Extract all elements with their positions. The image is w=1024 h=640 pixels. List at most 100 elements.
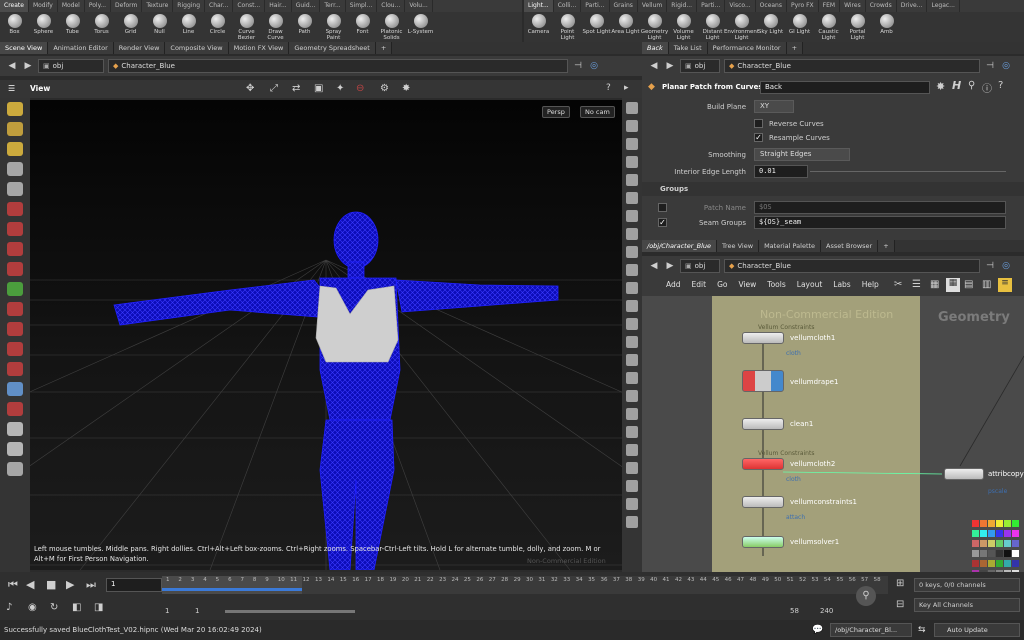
shelf-tool[interactable]: Camera: [524, 12, 553, 42]
tool-icon[interactable]: [7, 422, 23, 436]
palette-swatch[interactable]: [980, 540, 987, 547]
palette-swatch[interactable]: [988, 550, 995, 557]
stop-icon[interactable]: ■: [46, 578, 56, 591]
network-menu-item[interactable]: Add: [666, 280, 681, 289]
shelf-tool[interactable]: Curve Bezier: [232, 12, 261, 42]
shelf-tool[interactable]: GI Light: [785, 12, 814, 42]
param-path-node[interactable]: ◆ Character_Blue: [724, 59, 980, 73]
gear-icon[interactable]: ✸: [402, 83, 410, 94]
shelf-tool[interactable]: Null: [145, 12, 174, 42]
pane-tab[interactable]: Material Palette: [759, 240, 822, 252]
record-icon[interactable]: ⊖: [356, 83, 364, 94]
pin-icon[interactable]: ⊣: [984, 60, 996, 72]
key-all-icon[interactable]: ⊟: [896, 599, 904, 610]
network-menu-item[interactable]: Edit: [692, 280, 707, 289]
pin-icon[interactable]: ⊣: [572, 60, 584, 72]
shelf-tab[interactable]: Oceans: [756, 0, 787, 12]
network-path-obj[interactable]: ▣ obj: [680, 259, 720, 273]
shelf-tab[interactable]: Clou...: [377, 0, 406, 12]
display-option-icon[interactable]: [626, 354, 638, 366]
shelf-tool[interactable]: Portal Light: [843, 12, 872, 42]
shelf-tool[interactable]: Torus: [87, 12, 116, 42]
display-option-icon[interactable]: [626, 210, 638, 222]
palette-swatch[interactable]: [996, 550, 1003, 557]
display-option-icon[interactable]: [626, 120, 638, 132]
hip-icon[interactable]: H: [952, 79, 961, 92]
palette-swatch[interactable]: [980, 550, 987, 557]
palette-swatch[interactable]: [1012, 540, 1019, 547]
display-option-icon[interactable]: [626, 228, 638, 240]
palette-swatch[interactable]: [972, 540, 979, 547]
palette-swatch[interactable]: [972, 560, 979, 567]
back-arrow-icon[interactable]: ◀: [6, 60, 18, 72]
forward-arrow-icon[interactable]: ▶: [664, 60, 676, 72]
display-option-icon[interactable]: [626, 462, 638, 474]
palette-swatch[interactable]: [980, 520, 987, 527]
palette-swatch[interactable]: [996, 540, 1003, 547]
shelf-tool[interactable]: Draw Curve: [261, 12, 290, 42]
shelf-tab[interactable]: Model: [58, 0, 85, 12]
attribcopy-node[interactable]: [944, 468, 984, 480]
build-plane-menu[interactable]: XY: [754, 100, 794, 113]
display-option-icon[interactable]: [626, 426, 638, 438]
palette-swatch[interactable]: [996, 530, 1003, 537]
palette-swatch[interactable]: [972, 550, 979, 557]
camera-menu[interactable]: No cam: [580, 106, 615, 118]
pane-tab[interactable]: Scene View: [0, 42, 49, 54]
key-all-channels-menu[interactable]: Key All Channels: [914, 598, 1020, 612]
vellumcloth2-node[interactable]: [742, 458, 784, 470]
display-option-icon[interactable]: [626, 174, 638, 186]
pane-tab[interactable]: Animation Editor: [48, 42, 114, 54]
display-option-icon[interactable]: [626, 282, 638, 294]
shelf-tool[interactable]: Platonic Solids: [377, 12, 406, 42]
clean1-node[interactable]: [742, 418, 784, 430]
shelf-tab[interactable]: Drive...: [897, 0, 928, 12]
shelf-tool[interactable]: Geometry Light: [640, 12, 669, 42]
perspective-menu[interactable]: Persp: [542, 106, 570, 118]
shelf-tool[interactable]: Font: [348, 12, 377, 42]
reverse-curves-checkbox[interactable]: [754, 119, 763, 128]
shelf-tool[interactable]: Sphere: [29, 12, 58, 42]
channel-icon[interactable]: ⊞: [896, 578, 904, 589]
back-arrow-icon[interactable]: ◀: [648, 260, 660, 272]
network-menu-item[interactable]: Tools: [767, 280, 785, 289]
interior-edge-slider[interactable]: [810, 171, 1006, 172]
display-option-icon[interactable]: [626, 156, 638, 168]
vellumdrape1-node[interactable]: [742, 370, 784, 392]
node-name-field[interactable]: Back: [760, 81, 930, 94]
range-slider[interactable]: [225, 610, 355, 613]
palette-swatch[interactable]: [972, 530, 979, 537]
shelf-tab[interactable]: Wires: [840, 0, 866, 12]
sticky-note-icon[interactable]: ≡: [998, 278, 1012, 292]
shelf-tool[interactable]: Box: [0, 12, 29, 42]
update-mode-icon[interactable]: ⇆: [918, 625, 926, 635]
palette-swatch[interactable]: [988, 530, 995, 537]
shelf-tab[interactable]: Rigging: [173, 0, 206, 12]
pane-tab[interactable]: Back: [642, 42, 669, 54]
pane-tab[interactable]: Render View: [113, 42, 166, 54]
display-option-icon[interactable]: [626, 498, 638, 510]
shelf-tab[interactable]: Colli...: [554, 0, 582, 12]
tool-icon[interactable]: [7, 462, 23, 476]
frame-ruler[interactable]: 1 2 3 4 5 6 7 8 9 10 11 12 13 14 15 16 17 18 19 20 21 22 23 24 2…: [162, 576, 888, 594]
shelf-tab[interactable]: Volu...: [405, 0, 433, 12]
tool-icon[interactable]: [7, 182, 23, 196]
layout-icon[interactable]: ▤: [964, 279, 973, 290]
tool-icon[interactable]: [7, 162, 23, 176]
shelf-tool[interactable]: Path: [290, 12, 319, 42]
shelf-tab[interactable]: Simpl...: [346, 0, 378, 12]
range-end-2[interactable]: 240: [820, 607, 833, 615]
first-frame-icon[interactable]: ⏮: [8, 578, 18, 592]
palette-swatch[interactable]: [1004, 550, 1011, 557]
shelf-tab[interactable]: Terr...: [320, 0, 346, 12]
tool-icon[interactable]: [7, 382, 23, 396]
viewer-options-icon[interactable]: ▸: [624, 83, 629, 93]
shelf-tool[interactable]: Caustic Light: [814, 12, 843, 42]
range-start[interactable]: 1: [165, 607, 169, 615]
shelf-tab[interactable]: Texture: [142, 0, 174, 12]
palette-swatch[interactable]: [980, 530, 987, 537]
tool-icon[interactable]: [7, 122, 23, 136]
resample-curves-checkbox[interactable]: ✓: [754, 133, 763, 142]
list-view-icon[interactable]: ☰: [912, 279, 921, 290]
camera-icon[interactable]: ▣: [314, 83, 323, 94]
